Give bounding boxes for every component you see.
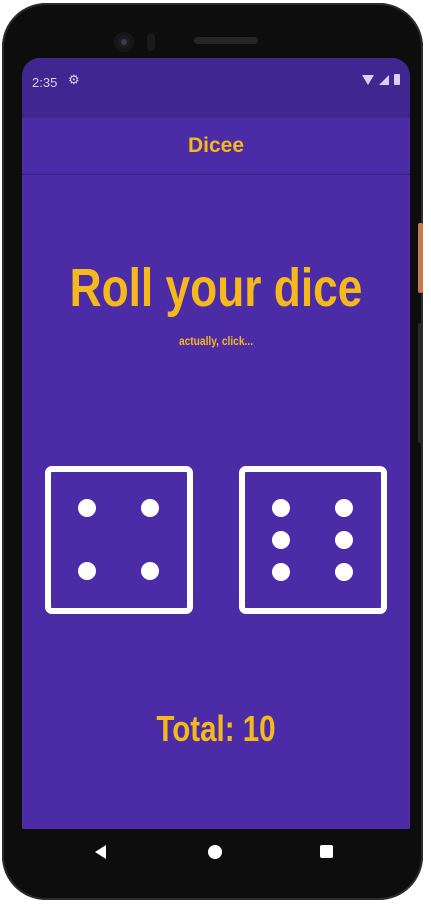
home-icon[interactable] xyxy=(208,845,222,859)
status-icons xyxy=(362,74,400,85)
earpiece-speaker xyxy=(194,37,258,44)
signal-icon xyxy=(379,74,389,85)
proximity-sensor xyxy=(147,33,155,51)
app-bar: Dicee xyxy=(22,118,410,175)
die-pip xyxy=(335,499,353,517)
die-pip xyxy=(141,562,159,580)
system-nav-bar xyxy=(22,829,410,875)
back-icon[interactable] xyxy=(95,845,106,859)
left-die-button[interactable] xyxy=(45,466,193,614)
die-pip xyxy=(272,563,290,581)
battery-icon xyxy=(394,74,400,85)
volume-button xyxy=(418,323,423,443)
die-pip xyxy=(78,562,96,580)
status-time: 2:35 xyxy=(32,75,58,90)
die-pip xyxy=(335,563,353,581)
die-pip xyxy=(272,499,290,517)
front-camera xyxy=(114,32,134,52)
power-button xyxy=(418,223,423,293)
settings-icon: ⚙ xyxy=(68,72,80,87)
die-pip xyxy=(272,531,290,549)
total-label: Total: 10 xyxy=(156,708,276,749)
app-title: Dicee xyxy=(187,134,245,157)
subheadline: actually, click... xyxy=(178,334,254,348)
die-pip xyxy=(335,531,353,549)
die-pip xyxy=(78,499,96,517)
headline: Roll your dice xyxy=(69,258,363,318)
app-screen: 2:35 ⚙ Dicee Roll your dice actually, cl… xyxy=(22,58,410,829)
wifi-icon xyxy=(362,74,374,85)
die-pip xyxy=(141,499,159,517)
recents-icon[interactable] xyxy=(320,845,333,858)
right-die-button[interactable] xyxy=(239,466,387,614)
status-bar: 2:35 ⚙ xyxy=(22,58,410,118)
